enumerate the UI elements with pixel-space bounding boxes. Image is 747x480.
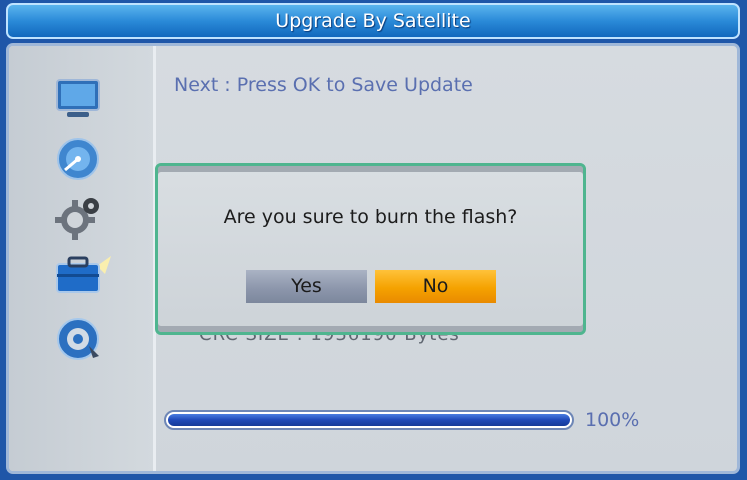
progress-bar — [164, 410, 574, 430]
window-title: Upgrade By Satellite — [6, 3, 740, 39]
tv-icon[interactable] — [53, 76, 103, 122]
sidebar — [9, 46, 156, 471]
progress-label: 100% — [585, 409, 640, 431]
gear-icon[interactable] — [53, 194, 103, 240]
toolbox-icon[interactable] — [53, 252, 111, 298]
satellite-dish-icon[interactable] — [53, 136, 103, 182]
dialog-message: Are you sure to burn the flash? — [223, 206, 518, 228]
confirm-dialog: Are you sure to burn the flash? Yes No — [155, 163, 586, 335]
progress-fill — [168, 414, 570, 426]
yes-button[interactable]: Yes — [246, 270, 367, 303]
instruction-text: Next : Press OK to Save Update — [174, 74, 473, 96]
media-disc-icon[interactable] — [53, 316, 103, 362]
no-button[interactable]: No — [375, 270, 496, 303]
